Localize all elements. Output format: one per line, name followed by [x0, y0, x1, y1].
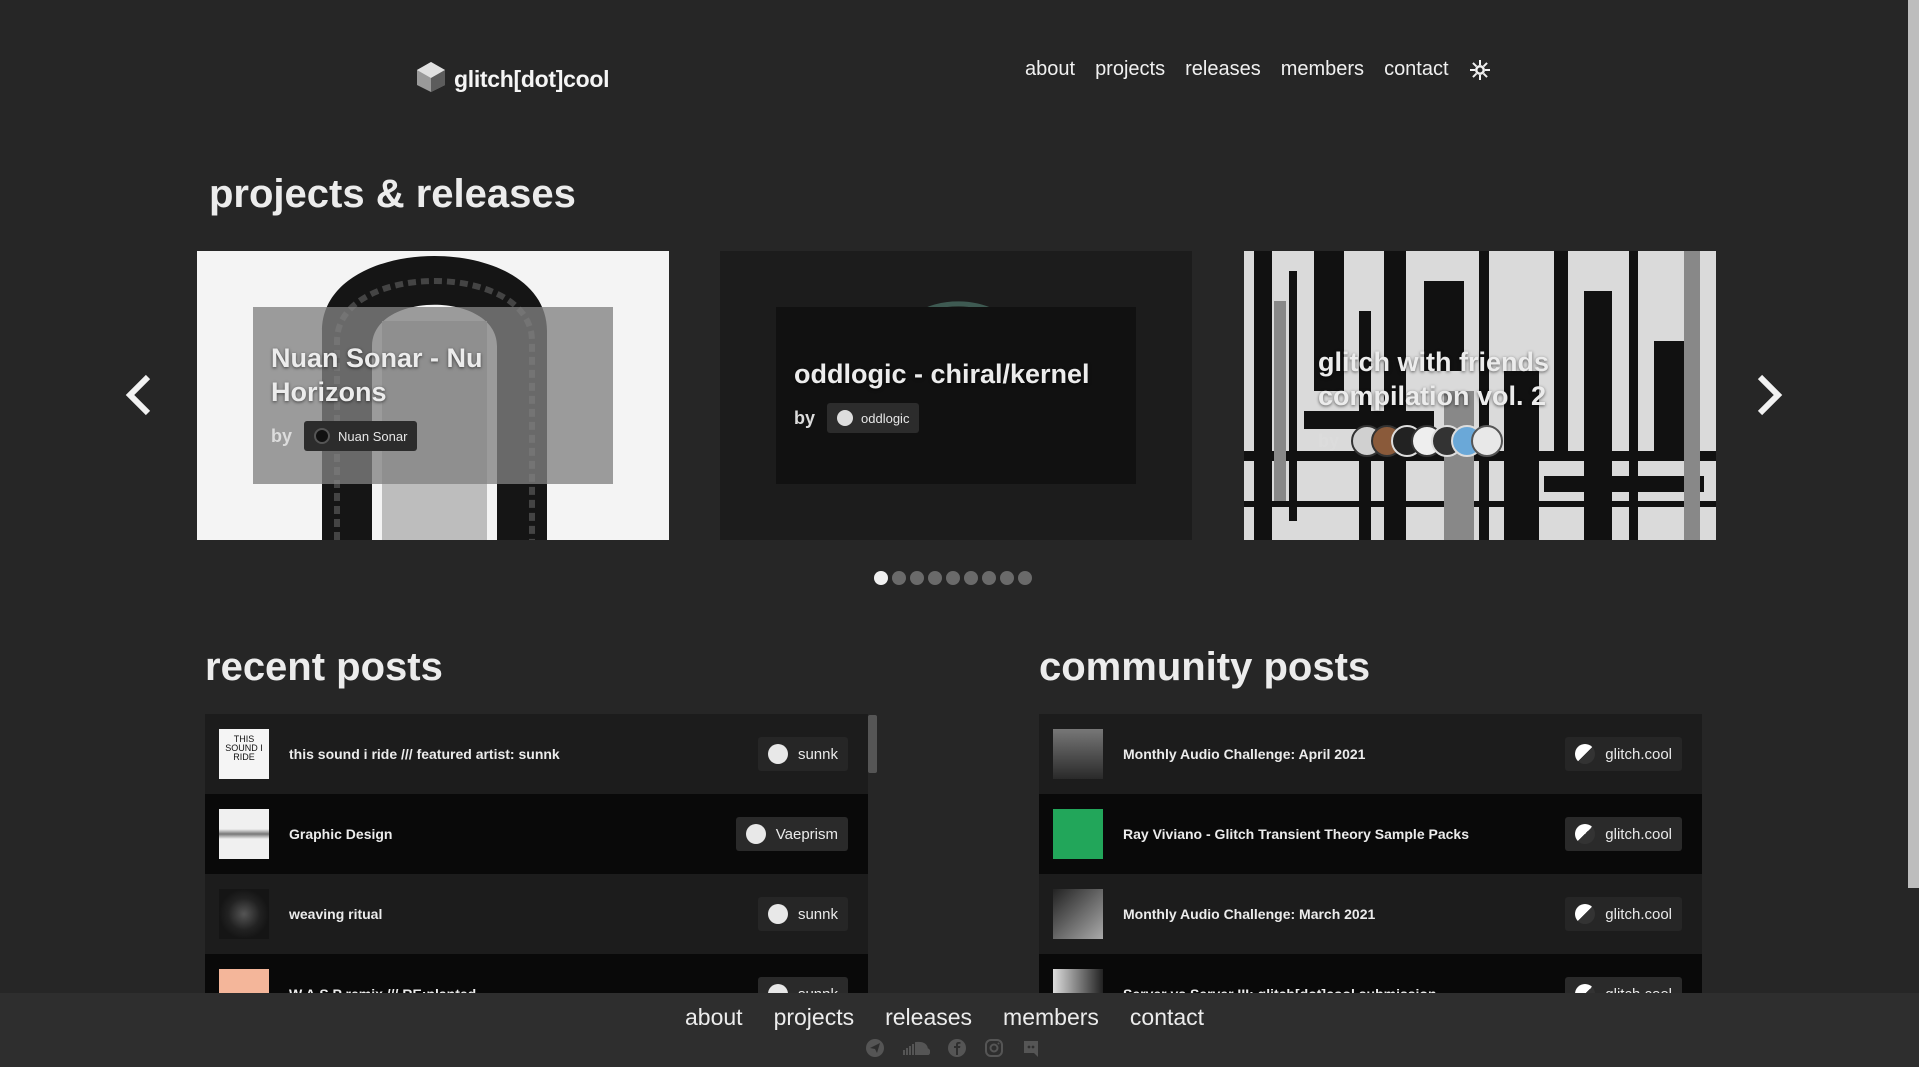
post-title: Ray Viviano - Glitch Transient Theory Sa…: [1123, 826, 1469, 842]
post-title: Monthly Audio Challenge: March 2021: [1123, 906, 1376, 922]
carousel-prev-button[interactable]: [118, 365, 158, 425]
post-title: this sound i ride /// featured artist: s…: [289, 746, 560, 762]
recent-posts-scrollbar[interactable]: [868, 715, 877, 773]
list-item[interactable]: Monthly Audio Challenge: March 2021 glit…: [1039, 874, 1702, 954]
author-chip[interactable]: oddlogic: [827, 403, 920, 433]
page-scrollbar[interactable]: [1908, 0, 1919, 888]
gear-icon[interactable]: [1469, 59, 1491, 81]
author-chip[interactable]: Nuan Sonar: [304, 421, 418, 451]
author-avatars[interactable]: [1351, 425, 1504, 457]
author-chip[interactable]: glitch.cool: [1565, 897, 1682, 931]
card-title: Nuan Sonar - Nu Horizons: [271, 343, 483, 407]
list-item[interactable]: Monthly Audio Challenge: April 2021 glit…: [1039, 714, 1702, 794]
carousel-dot[interactable]: [892, 571, 906, 585]
footer-nav: about projects releases members contact: [685, 1004, 1204, 1031]
carousel-dots: [874, 571, 1032, 585]
carousel-dot[interactable]: [1018, 571, 1032, 585]
avatar: [1575, 744, 1596, 764]
community-posts-list: Monthly Audio Challenge: April 2021 glit…: [1039, 714, 1702, 1034]
author-name: Nuan Sonar: [338, 428, 408, 444]
projects-releases-title: projects & releases: [209, 172, 576, 216]
avatar: [767, 904, 788, 924]
post-title: Graphic Design: [289, 826, 393, 842]
carousel-next-button[interactable]: [1750, 365, 1790, 425]
by-label: by: [794, 407, 816, 428]
list-item[interactable]: weaving ritual sunnk: [205, 874, 868, 954]
footer-nav-members[interactable]: members: [1003, 1004, 1099, 1031]
community-posts-title: community posts: [1039, 645, 1371, 689]
author-name: Vaeprism: [775, 825, 838, 843]
top-nav: about projects releases members contact: [1025, 58, 1491, 81]
author-name: glitch.cool: [1605, 745, 1672, 763]
facebook-icon[interactable]: [947, 1038, 967, 1058]
post-thumbnail: [1053, 889, 1103, 939]
avatar: [745, 824, 766, 844]
post-thumbnail: [1053, 809, 1103, 859]
avatar: [314, 428, 331, 444]
carousel-card[interactable]: glitch with friends compilation vol. 2 b…: [1244, 251, 1716, 540]
carousel-card[interactable]: oddlogic - chiral/kernel by oddlogic: [720, 251, 1192, 540]
nav-about[interactable]: about: [1025, 58, 1075, 81]
recent-posts-list: THIS SOUND I RIDE this sound i ride /// …: [205, 714, 868, 1034]
carousel-dot[interactable]: [964, 571, 978, 585]
list-item[interactable]: Graphic Design Vaeprism: [205, 794, 868, 874]
card-overlay: oddlogic - chiral/kernel by oddlogic: [776, 307, 1136, 484]
author-chip[interactable]: Vaeprism: [735, 817, 848, 851]
recent-posts-title: recent posts: [205, 645, 443, 689]
footer-nav-projects[interactable]: projects: [774, 1004, 855, 1031]
post-thumbnail: [219, 889, 269, 939]
chevron-right-icon: [1757, 374, 1783, 416]
post-thumbnail: [1053, 729, 1103, 779]
carousel-dot[interactable]: [874, 571, 888, 585]
author-name: sunnk: [797, 905, 838, 923]
author-name: glitch.cool: [1605, 825, 1672, 843]
author-chip[interactable]: glitch.cool: [1565, 817, 1682, 851]
by-label: by: [1318, 430, 1340, 451]
carousel-dot[interactable]: [1000, 571, 1014, 585]
post-thumbnail: THIS SOUND I RIDE: [219, 729, 269, 779]
author-chip[interactable]: sunnk: [757, 897, 848, 931]
social-links: [865, 1038, 1041, 1058]
chevron-left-icon: [125, 374, 151, 416]
author-name: glitch.cool: [1605, 905, 1672, 923]
avatar: [837, 410, 854, 426]
post-thumbnail: [219, 809, 269, 859]
card-overlay: glitch with friends compilation vol. 2 b…: [1300, 307, 1660, 484]
instagram-icon[interactable]: [984, 1038, 1004, 1058]
logo-cube-icon: [416, 61, 446, 98]
nav-projects[interactable]: projects: [1095, 58, 1165, 81]
card-title: glitch with friends compilation vol. 2: [1318, 347, 1550, 411]
card-title: oddlogic - chiral/kernel: [794, 359, 1090, 389]
avatar: [767, 744, 788, 764]
send-icon[interactable]: [865, 1038, 885, 1058]
carousel-dot[interactable]: [982, 571, 996, 585]
author-name: sunnk: [797, 745, 838, 763]
nav-releases[interactable]: releases: [1185, 58, 1261, 81]
site-logo[interactable]: glitch[dot]cool: [416, 60, 609, 98]
by-label: by: [271, 425, 293, 446]
footer-nav-releases[interactable]: releases: [885, 1004, 972, 1031]
soundcloud-icon[interactable]: [902, 1038, 930, 1058]
post-title: weaving ritual: [289, 906, 383, 922]
footer-nav-contact[interactable]: contact: [1130, 1004, 1204, 1031]
discord-icon[interactable]: [1021, 1038, 1041, 1058]
carousel-dot[interactable]: [910, 571, 924, 585]
nav-contact[interactable]: contact: [1384, 58, 1448, 81]
carousel-card[interactable]: Nuan Sonar - Nu Horizons by Nuan Sonar: [197, 251, 669, 540]
nav-members[interactable]: members: [1281, 58, 1364, 81]
avatar: [1575, 904, 1596, 924]
author-chip[interactable]: glitch.cool: [1565, 737, 1682, 771]
card-overlay: Nuan Sonar - Nu Horizons by Nuan Sonar: [253, 307, 613, 484]
avatar: [1471, 425, 1504, 457]
author-name: oddlogic: [861, 410, 910, 426]
footer-nav-about[interactable]: about: [685, 1004, 743, 1031]
avatar: [1575, 824, 1596, 844]
post-title: Monthly Audio Challenge: April 2021: [1123, 746, 1366, 762]
author-chip[interactable]: sunnk: [757, 737, 848, 771]
logo-text: glitch[dot]cool: [454, 65, 610, 92]
list-item[interactable]: THIS SOUND I RIDE this sound i ride /// …: [205, 714, 868, 794]
carousel-dot[interactable]: [946, 571, 960, 585]
list-item[interactable]: Ray Viviano - Glitch Transient Theory Sa…: [1039, 794, 1702, 874]
carousel-dot[interactable]: [928, 571, 942, 585]
